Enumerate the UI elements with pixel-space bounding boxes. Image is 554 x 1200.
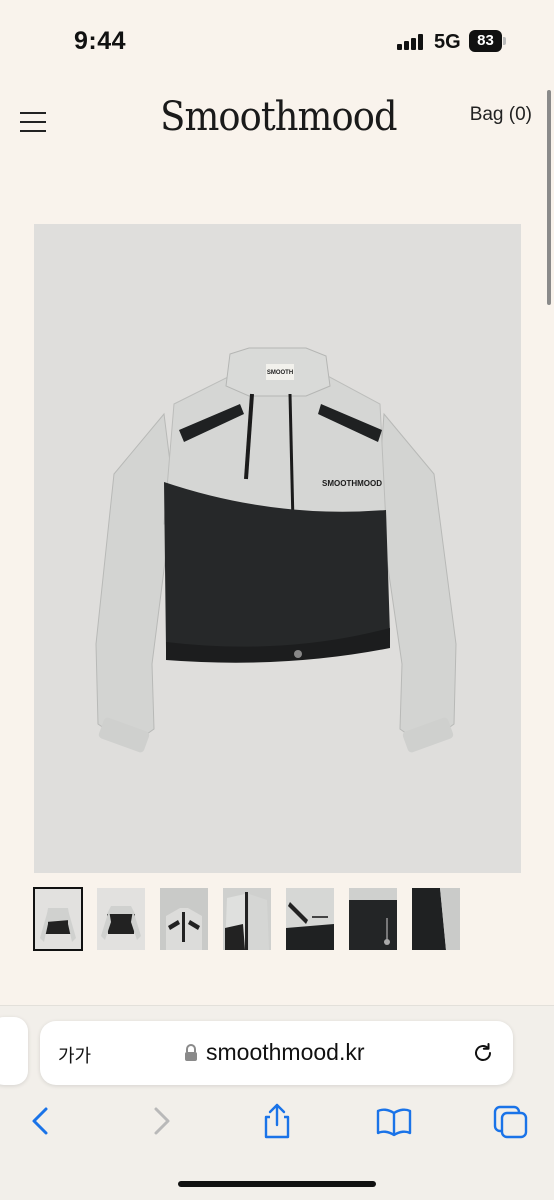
thumbnail-strip (33, 887, 464, 952)
thumbnail-4[interactable] (286, 888, 334, 950)
thumbnail-2[interactable] (160, 888, 208, 950)
previous-tab-preview[interactable] (0, 1017, 28, 1085)
reload-icon[interactable] (471, 1041, 495, 1065)
thumbnail-5[interactable] (349, 888, 397, 950)
home-indicator (178, 1181, 376, 1187)
jacket-photo-icon: SMOOTH SMOOTHMOOD (95, 347, 457, 753)
status-time: 9:44 (74, 27, 127, 55)
thumbnail-0[interactable] (33, 887, 83, 951)
thumbnail-1[interactable] (97, 888, 145, 950)
jacket-logo-text: SMOOTHMOOD (322, 479, 382, 488)
url-text[interactable]: smoothmood.kr (206, 1039, 365, 1066)
battery-icon: 83 (469, 30, 507, 52)
thumbnail-6[interactable] (412, 888, 460, 950)
brand-logo[interactable]: Smoothmood (160, 94, 397, 140)
status-bar: 9:44 5G 83 (0, 0, 554, 84)
signal-icon (397, 34, 425, 50)
lock-icon (185, 1044, 197, 1061)
bookmarks-icon[interactable] (374, 1101, 414, 1141)
back-icon[interactable] (22, 1101, 62, 1141)
svg-text:SMOOTH: SMOOTH (267, 370, 293, 376)
hamburger-menu-icon[interactable] (20, 112, 46, 132)
battery-level: 83 (469, 30, 502, 52)
scroll-indicator (547, 90, 551, 305)
text-size-button[interactable]: 가가 (58, 1042, 91, 1068)
forward-icon[interactable] (140, 1101, 180, 1141)
network-type: 5G (434, 31, 461, 53)
thumbnail-3[interactable] (223, 888, 271, 950)
address-bar[interactable]: 가가 smoothmood.kr (40, 1021, 513, 1085)
bag-link[interactable]: Bag (0) (470, 104, 532, 126)
share-icon[interactable] (257, 1101, 297, 1141)
product-main-image[interactable]: SMOOTH SMOOTHMOOD (34, 224, 521, 873)
site-header: Smoothmood Bag (0) (0, 84, 554, 164)
tabs-icon[interactable] (491, 1101, 531, 1141)
